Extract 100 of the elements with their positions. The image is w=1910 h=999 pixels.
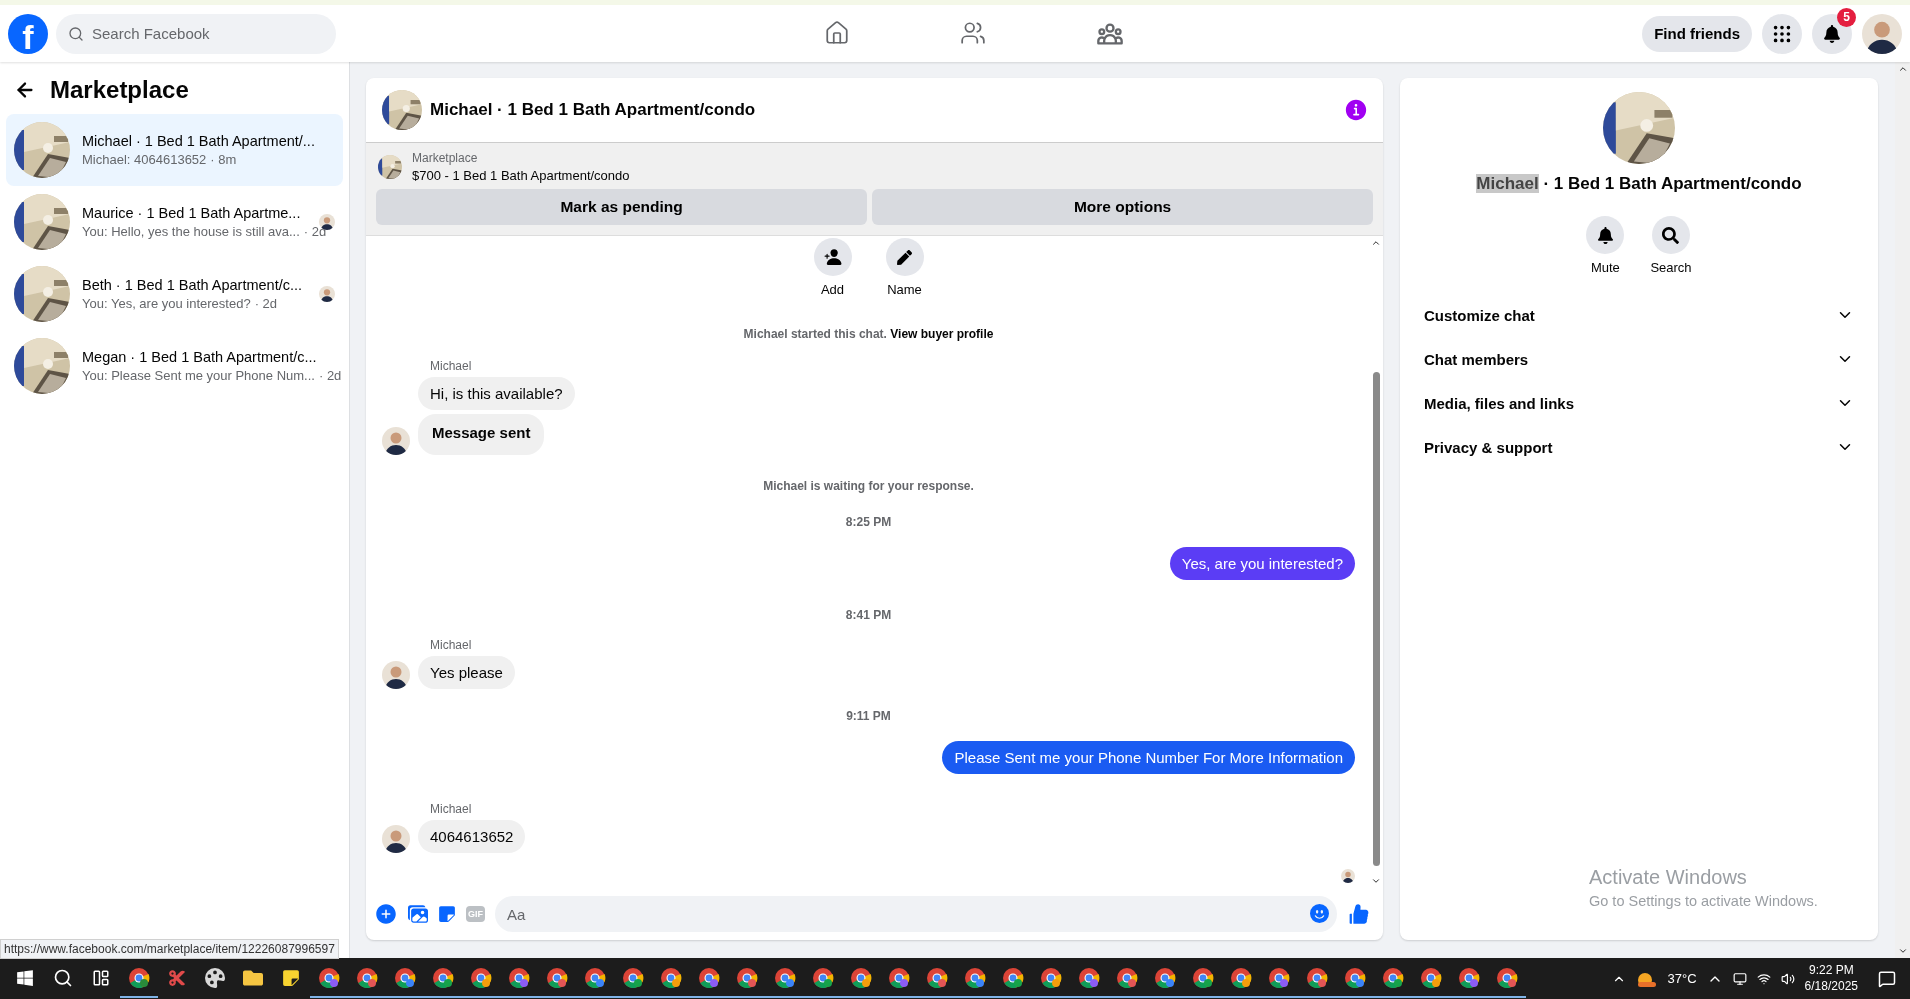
conversation-item[interactable]: Megan · 1 Bed 1 Bath Apartment/c... You: Please Sent me your Phone Num... · 2d bbox=[6, 330, 343, 402]
display-icon[interactable] bbox=[1732, 971, 1747, 986]
received-message: Message sent bbox=[418, 414, 545, 455]
status-url: https://www.facebook.com/marketplace/item/12226087996597 bbox=[0, 939, 339, 959]
browser-icon[interactable] bbox=[470, 966, 492, 989]
browser-icon[interactable] bbox=[1116, 966, 1138, 989]
logo[interactable]: f bbox=[8, 13, 48, 54]
info-icon[interactable] bbox=[1343, 97, 1369, 123]
browser-icon[interactable] bbox=[926, 966, 948, 989]
emoji-icon[interactable] bbox=[1310, 904, 1329, 923]
browser-icon[interactable] bbox=[1002, 966, 1024, 989]
scroll-up-icon[interactable] bbox=[1371, 238, 1381, 248]
palette-icon[interactable] bbox=[205, 967, 225, 988]
listing-action-button[interactable]: Mark as pending bbox=[376, 189, 868, 225]
avatar bbox=[382, 825, 410, 853]
received-message: 4064613652 bbox=[418, 820, 526, 853]
details-action-button[interactable] bbox=[1652, 216, 1690, 254]
browser-icon[interactable] bbox=[660, 966, 682, 989]
browser-icon[interactable] bbox=[356, 966, 378, 989]
browser-icon[interactable] bbox=[394, 966, 416, 989]
task-view-icon[interactable] bbox=[92, 968, 110, 987]
browser-icon[interactable] bbox=[1420, 966, 1442, 989]
scroll-down-icon[interactable] bbox=[1371, 876, 1381, 886]
browser-icon[interactable] bbox=[508, 966, 530, 989]
avatar bbox=[382, 427, 410, 455]
browser-icon[interactable] bbox=[850, 966, 872, 989]
sticker-icon[interactable] bbox=[438, 905, 456, 923]
details-section[interactable]: Chat members bbox=[1416, 337, 1862, 381]
home-icon[interactable] bbox=[824, 19, 851, 46]
conversation-item[interactable]: Michael · 1 Bed 1 Bath Apartment/... Michael: 4064613652 · 8m bbox=[6, 114, 343, 186]
volume-icon[interactable] bbox=[1780, 971, 1795, 986]
notifications-button[interactable] bbox=[1812, 13, 1852, 54]
page-scrollbar[interactable] bbox=[1895, 62, 1910, 958]
timestamp: 8:25 PM bbox=[844, 515, 893, 529]
photo-icon[interactable] bbox=[408, 904, 428, 924]
timestamp: 8:41 PM bbox=[844, 608, 893, 622]
start-icon[interactable] bbox=[16, 968, 34, 987]
conversation-preview: You: Yes, are you interested? bbox=[82, 296, 251, 311]
details-section[interactable]: Privacy & support bbox=[1416, 425, 1862, 469]
scroll-down-icon[interactable] bbox=[1897, 946, 1908, 956]
browser-icon[interactable] bbox=[622, 966, 644, 989]
browser-icon[interactable] bbox=[964, 966, 986, 989]
browser-icon[interactable] bbox=[736, 966, 758, 989]
sender-name: Michael bbox=[430, 359, 472, 373]
chat-action-label: Add bbox=[820, 282, 845, 297]
avatar bbox=[382, 661, 410, 689]
browser-icon[interactable] bbox=[1078, 966, 1100, 989]
find-friends-button[interactable]: Find friends bbox=[1642, 15, 1752, 52]
conversation-title: Beth · 1 Bed 1 Bath Apartment/c... bbox=[82, 277, 303, 293]
note-icon[interactable] bbox=[282, 968, 300, 987]
browser-icon[interactable] bbox=[546, 966, 568, 989]
received-message: Hi, is this available? bbox=[418, 377, 575, 410]
browser-icon[interactable] bbox=[888, 966, 910, 989]
browser-icon[interactable] bbox=[812, 966, 834, 989]
menu-button[interactable] bbox=[1762, 13, 1802, 54]
browser-icon[interactable] bbox=[1344, 966, 1366, 989]
browser-icon[interactable] bbox=[1230, 966, 1252, 989]
details-action-label: Search bbox=[1650, 260, 1692, 275]
browser-icon[interactable] bbox=[774, 966, 796, 989]
browser-icon[interactable] bbox=[584, 966, 606, 989]
browser-icon[interactable] bbox=[318, 966, 340, 989]
scissors-icon[interactable] bbox=[168, 968, 186, 987]
conversation-item[interactable]: Beth · 1 Bed 1 Bath Apartment/c... You: Yes, are you interested? · 2d bbox=[6, 258, 343, 330]
buyer-profile-link[interactable]: View buyer profile bbox=[890, 327, 994, 341]
sidebar-title: Marketplace bbox=[50, 76, 189, 104]
chat-action-button[interactable] bbox=[813, 238, 852, 276]
browser-icon[interactable] bbox=[1040, 966, 1062, 989]
avatar bbox=[1862, 13, 1902, 54]
network-icon[interactable] bbox=[1756, 971, 1771, 986]
friends-icon[interactable] bbox=[960, 19, 987, 46]
message-field[interactable]: Aa bbox=[495, 896, 1337, 932]
details-action-label: Mute bbox=[1590, 260, 1620, 275]
browser-icon[interactable] bbox=[1268, 966, 1290, 989]
browser-icon[interactable] bbox=[698, 966, 720, 989]
browser-icon[interactable] bbox=[1382, 966, 1404, 989]
browser-icon[interactable] bbox=[432, 966, 454, 989]
details-action-button[interactable] bbox=[1586, 216, 1625, 254]
listing-action-button[interactable]: More options bbox=[872, 189, 1373, 225]
chat-notice: Michael is waiting for your response. bbox=[762, 479, 975, 493]
scroll-up-icon[interactable] bbox=[1897, 64, 1908, 74]
details-section[interactable]: Media, files and links bbox=[1416, 381, 1862, 425]
notification-badge: 5 bbox=[1837, 7, 1856, 27]
browser-icon[interactable] bbox=[1458, 966, 1480, 989]
browser-icon[interactable] bbox=[1496, 966, 1518, 989]
browser-icon[interactable] bbox=[1192, 966, 1214, 989]
like-icon[interactable] bbox=[1347, 902, 1371, 926]
conversation-title: Megan · 1 Bed 1 Bath Apartment/c... bbox=[82, 349, 317, 365]
plus-icon[interactable] bbox=[374, 902, 398, 926]
details-section[interactable]: Customize chat bbox=[1416, 293, 1862, 337]
pencil-icon bbox=[897, 249, 912, 265]
clock[interactable]: 9:22 PM 6/18/2025 bbox=[1804, 962, 1858, 995]
details-title: Michael · 1 Bed 1 Bath Apartment/condo bbox=[1476, 174, 1802, 194]
search-field[interactable]: Search Facebook bbox=[56, 13, 336, 54]
browser-icon[interactable] bbox=[1306, 966, 1328, 989]
search-icon[interactable] bbox=[53, 967, 73, 988]
browser-icon[interactable] bbox=[128, 966, 150, 989]
chat-action-button[interactable] bbox=[885, 238, 924, 276]
timestamp: 9:11 PM bbox=[845, 709, 892, 723]
notifications-icon[interactable] bbox=[1878, 969, 1896, 988]
browser-icon[interactable] bbox=[1154, 966, 1176, 989]
